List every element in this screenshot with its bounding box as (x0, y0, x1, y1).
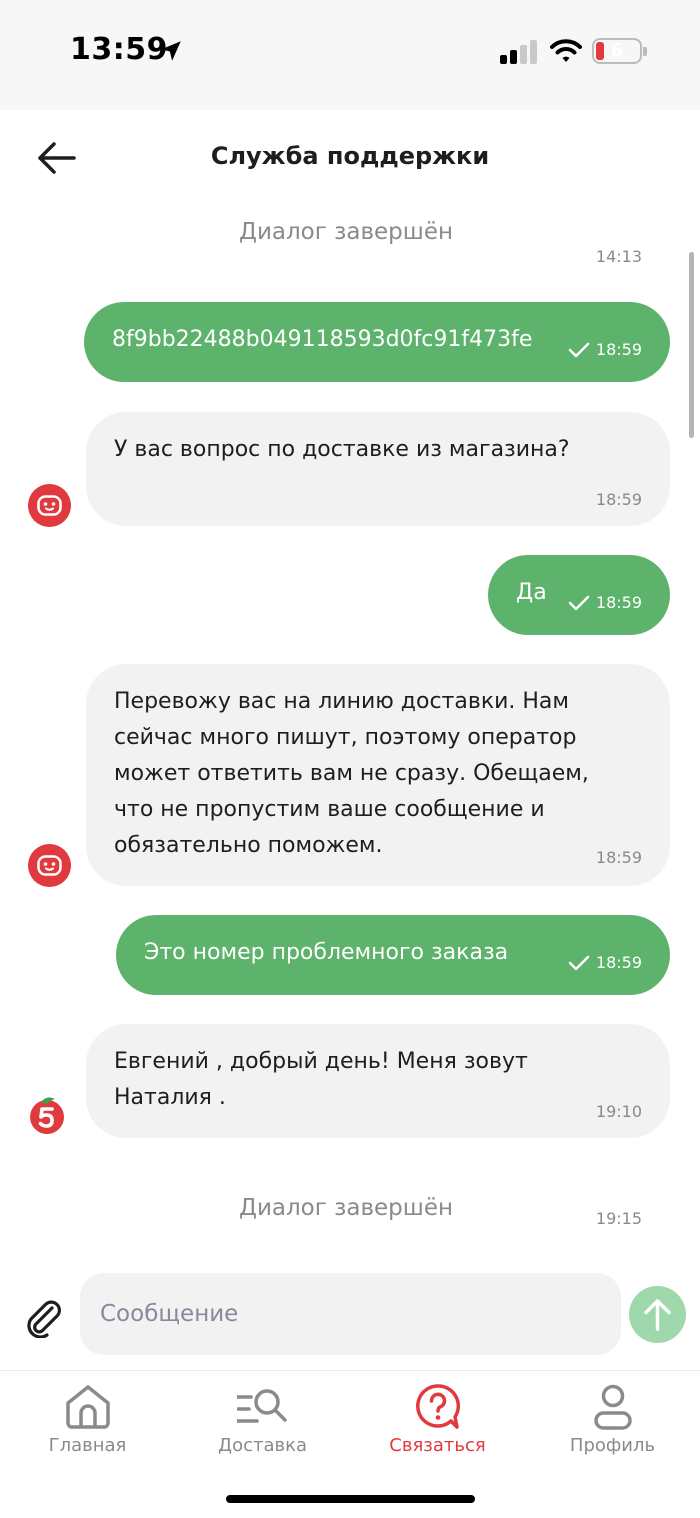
home-icon (66, 1385, 110, 1429)
header: Служба поддержки (0, 110, 700, 205)
message-text: У вас вопрос по доставке из магазина? (114, 437, 570, 462)
paperclip-icon[interactable] (22, 1296, 64, 1338)
tab-delivery[interactable]: Доставка (175, 1371, 350, 1471)
wifi-icon (550, 39, 582, 62)
message-text: 8f9bb22488b049118593d0fc91f473fe (112, 327, 533, 352)
message-time: 18:59 (595, 593, 642, 612)
chat-thread: Диалог завершён 14:13 8f9bb22488b0491185… (0, 205, 700, 1265)
message-meta: 18:59 (568, 953, 642, 972)
message-time: 18:59 (595, 848, 642, 867)
tab-bar: Главная Доставка Связаться Профиль (0, 1370, 700, 1518)
incoming-message[interactable]: Перевожу вас на линию доставки. Нам сейч… (86, 664, 670, 886)
tab-label: Главная (48, 1435, 127, 1456)
outgoing-message[interactable]: Да 18:59 (488, 555, 670, 635)
message-text: Это номер проблемного заказа (144, 940, 509, 965)
support-question-icon (416, 1384, 461, 1429)
tab-profile[interactable]: Профиль (525, 1371, 700, 1471)
tab-contact[interactable]: Связаться (350, 1371, 525, 1471)
brand-logo-icon (30, 1097, 64, 1134)
arrow-up-icon (644, 1299, 671, 1331)
bot-face-icon (37, 495, 62, 516)
tab-label: Профиль (569, 1435, 656, 1456)
message-text: Евгений , добрый день! Меня зовут Натали… (114, 1049, 528, 1110)
system-message-time: 14:13 (595, 247, 642, 266)
outgoing-message[interactable]: Это номер проблемного заказа 18:59 (116, 915, 670, 995)
incoming-message[interactable]: Евгений , добрый день! Меня зовут Натали… (86, 1024, 670, 1138)
status-time: 13:59 (70, 32, 168, 67)
tab-label: Доставка (218, 1435, 307, 1456)
home-indicator (226, 1495, 475, 1503)
status-bar: 13:59 6 (0, 0, 700, 110)
message-meta: 18:59 (596, 490, 642, 509)
message-time: 18:59 (595, 953, 642, 972)
check-icon (568, 955, 590, 970)
message-text: Да (516, 580, 547, 605)
bot-avatar (28, 484, 71, 527)
message-input[interactable] (80, 1273, 621, 1355)
outgoing-message[interactable]: 8f9bb22488b049118593d0fc91f473fe 18:59 (84, 302, 670, 382)
message-meta: 18:59 (568, 340, 642, 359)
delivery-search-icon (237, 1389, 287, 1423)
bot-face-icon (37, 855, 62, 876)
system-message-text: Диалог завершён (238, 1195, 454, 1221)
page-title: Служба поддержки (210, 142, 490, 170)
operator-avatar (27, 1095, 67, 1135)
tab-home[interactable]: Главная (0, 1371, 175, 1471)
tab-label: Связаться (389, 1435, 486, 1456)
battery-level: 6 (610, 40, 624, 61)
message-time: 19:10 (595, 1102, 642, 1121)
check-icon (568, 595, 590, 610)
system-message-time: 19:15 (595, 1209, 642, 1228)
chat-scrollbar[interactable] (689, 252, 694, 438)
battery-icon: 6 (592, 38, 647, 64)
bot-avatar (28, 844, 71, 887)
location-arrow-icon (161, 41, 181, 61)
message-meta: 18:59 (596, 848, 642, 867)
incoming-message[interactable]: У вас вопрос по доставке из магазина? 18… (86, 412, 670, 526)
message-text: Перевожу вас на линию доставки. Нам сейч… (114, 689, 589, 858)
message-time: 18:59 (595, 490, 642, 509)
signal-icon (500, 40, 537, 64)
message-composer (0, 1262, 700, 1370)
check-icon (568, 342, 590, 357)
system-message-text: Диалог завершён (238, 219, 454, 245)
message-time: 18:59 (595, 340, 642, 359)
message-meta: 18:59 (568, 593, 642, 612)
send-button[interactable] (629, 1286, 686, 1343)
profile-icon (594, 1384, 632, 1430)
message-meta: 19:10 (596, 1102, 642, 1121)
